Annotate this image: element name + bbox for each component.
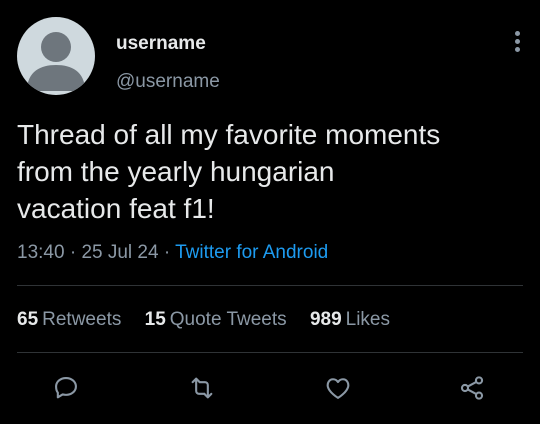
likes-stat[interactable]: 989 Likes: [310, 309, 390, 331]
tweet-text: Thread of all my favorite moments from t…: [17, 119, 441, 224]
retweets-count: 65: [17, 309, 39, 330]
quote-tweets-count: 15: [144, 309, 166, 330]
tweet-time[interactable]: 13:40: [17, 242, 65, 263]
divider: [17, 285, 523, 286]
like-button[interactable]: [318, 368, 358, 408]
action-bar: [0, 368, 540, 408]
more-options-icon[interactable]: [507, 26, 527, 56]
engagement-stats: 65 Retweets 15 Quote Tweets 989 Likes: [17, 309, 408, 331]
like-icon: [326, 378, 350, 399]
tweet-date[interactable]: 25 Jul 24: [81, 242, 158, 263]
meta-separator: ·: [163, 242, 171, 263]
quote-tweets-stat[interactable]: 15 Quote Tweets: [145, 309, 287, 331]
display-name[interactable]: username: [116, 33, 206, 55]
user-handle[interactable]: @username: [116, 71, 220, 93]
divider: [17, 352, 523, 353]
reply-button[interactable]: [46, 368, 86, 408]
reply-icon: [55, 377, 77, 399]
quote-tweets-label: Quote Tweets: [169, 309, 287, 330]
default-profile-icon: [27, 32, 85, 91]
retweets-label: Retweets: [42, 309, 122, 330]
likes-label: Likes: [345, 309, 390, 330]
retweets-stat[interactable]: 65 Retweets: [17, 309, 121, 331]
retweet-button[interactable]: [182, 368, 222, 408]
tweet-meta: 13:40 · 25 Jul 24 · Twitter for Android: [17, 242, 328, 264]
tweet-source-link[interactable]: Twitter for Android: [175, 242, 328, 263]
tweet-detail: username @username Thread of all my favo…: [0, 0, 540, 424]
share-icon: [460, 376, 484, 400]
meta-separator: ·: [69, 242, 77, 263]
retweet-icon: [191, 377, 213, 399]
share-button[interactable]: [452, 368, 492, 408]
avatar[interactable]: [17, 17, 95, 95]
likes-count: 989: [309, 309, 342, 330]
